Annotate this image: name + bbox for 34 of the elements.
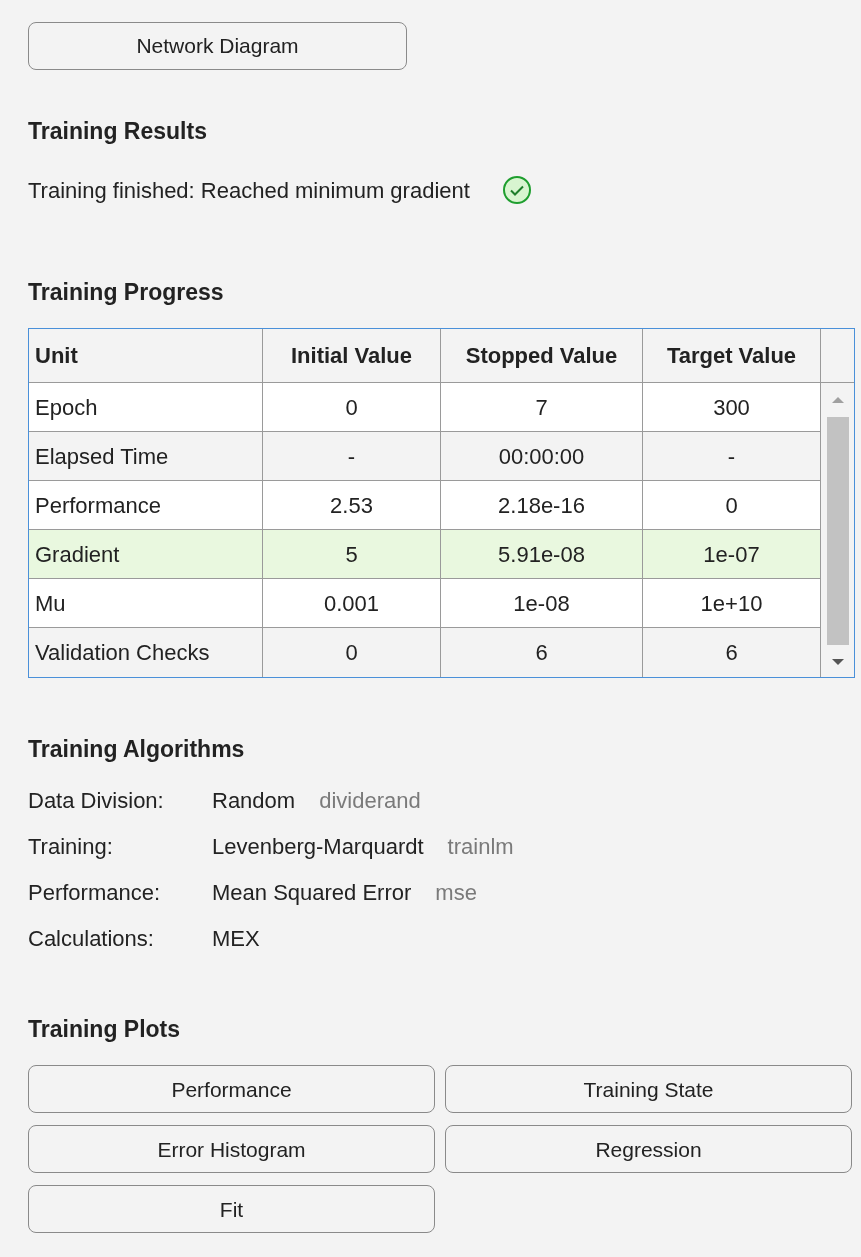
scroll-up-icon[interactable] [830,395,845,406]
field-label: Training: [28,833,114,862]
field-label: Performance: [28,879,162,908]
section-heading: Training Algorithms [28,736,246,764]
plot-button[interactable]: Training State [445,1065,852,1114]
scrollbar-thumb[interactable] [826,417,849,646]
scroll-down-icon[interactable] [830,657,845,668]
column-header: Unit [29,329,263,384]
check-circle-icon [501,175,532,206]
field-label: Data Division: [28,787,165,816]
column-header: Target Value [643,329,821,384]
field-value: MEX [212,925,260,954]
table-cell: 6 [441,628,643,678]
column-header: Initial Value [263,329,441,384]
table-cell: Validation Checks [29,628,263,678]
plot-button[interactable]: Error Histogram [28,1125,435,1174]
status-message: Training finished: Reached minimum gradient [28,176,470,205]
function-name: dividerand [319,787,421,816]
plot-button[interactable]: Fit [28,1185,435,1234]
scrollbar[interactable] [821,383,854,678]
plot-button[interactable]: Regression [445,1125,852,1174]
field-value: Random [212,787,296,816]
table-cell: 0 [263,628,441,678]
field-value: Levenberg-Marquardt [212,833,424,862]
section-heading: Training Results [28,118,208,146]
function-name: trainlm [447,833,514,862]
column-header: Stopped Value [441,329,643,384]
network-diagram-button[interactable]: Network Diagram [28,22,407,70]
field-label: Calculations: [28,925,155,954]
plot-button[interactable]: Performance [28,1065,435,1114]
section-heading: Training Progress [28,278,225,307]
function-name: mse [435,879,477,908]
field-value: Mean Squared Error [212,879,412,908]
section-heading: Training Plots [28,1015,182,1044]
